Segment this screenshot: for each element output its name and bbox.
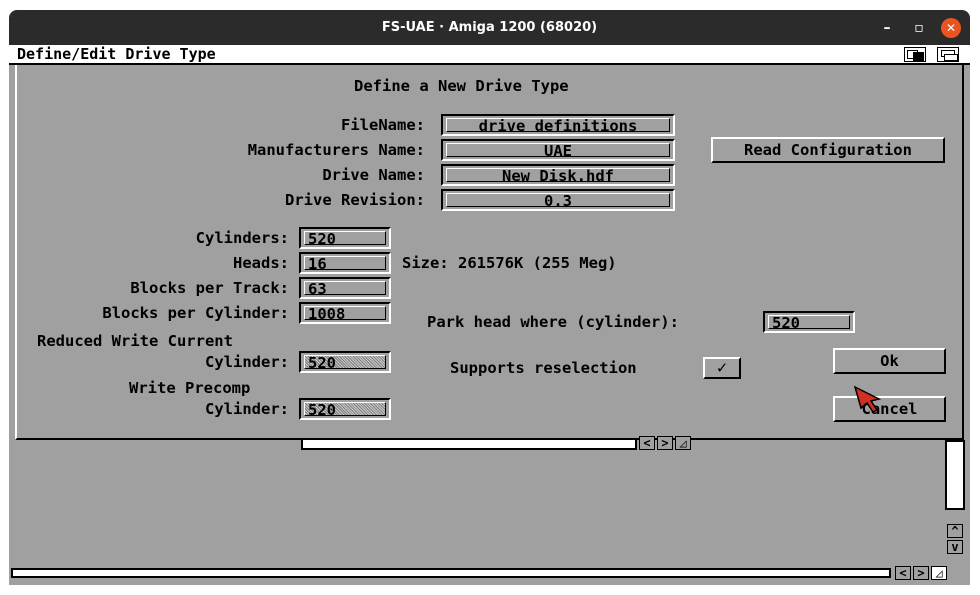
heads-field[interactable]: 16 (299, 252, 391, 274)
scroll-right-button[interactable]: > (913, 566, 929, 580)
inner-scroll-right-button[interactable]: > (657, 436, 673, 450)
filename-value: drive definitions (446, 118, 670, 132)
reduced-write-value: 520 (304, 355, 386, 369)
window-titlebar: FS-UAE · Amiga 1200 (68020) – ▫ ✕ (9, 10, 970, 45)
drive-name-value: New Disk.hdf (446, 168, 670, 182)
emulator-screen: Define/Edit Drive Type Define a New Driv… (9, 45, 970, 585)
write-precomp-cylinder-label: Cylinder: (205, 400, 289, 418)
horizontal-scroll-track[interactable] (11, 568, 891, 578)
heads-value: 16 (304, 256, 386, 270)
dialog-heading: Define a New Drive Type (354, 77, 569, 95)
ok-button[interactable]: Ok (833, 348, 946, 374)
resize-gadget-icon[interactable]: ◿ (931, 566, 947, 580)
park-head-value: 520 (768, 315, 850, 329)
scroll-left-button[interactable]: < (895, 566, 911, 580)
inner-resize-icon[interactable]: ◿ (675, 436, 691, 450)
drive-revision-value: 0.3 (446, 193, 670, 207)
write-precomp-field: 520 (299, 398, 391, 420)
reduced-write-field: 520 (299, 351, 391, 373)
supports-reselection-label: Supports reselection (450, 359, 637, 377)
blocks-per-track-field[interactable]: 63 (299, 277, 391, 299)
blocks-per-cylinder-value: 1008 (304, 306, 386, 320)
supports-reselection-checkbox[interactable]: ✓ (703, 357, 741, 379)
blocks-per-track-label: Blocks per Track: (130, 279, 289, 297)
minimize-button[interactable]: – (877, 18, 897, 38)
inner-scroll-left-button[interactable]: < (639, 436, 655, 450)
scroll-up-button[interactable]: ^ (947, 524, 963, 538)
write-precomp-value: 520 (304, 402, 386, 416)
heads-label: Heads: (233, 254, 289, 272)
amiga-window-title: Define/Edit Drive Type (17, 45, 216, 63)
vertical-scroll-track[interactable] (945, 440, 965, 510)
amiga-window-titlebar: Define/Edit Drive Type (9, 45, 970, 65)
scroll-down-button[interactable]: v (947, 540, 963, 554)
zoom-gadget-icon[interactable] (904, 47, 926, 62)
park-head-field[interactable]: 520 (763, 311, 855, 333)
cylinders-label: Cylinders: (195, 229, 289, 247)
drive-name-field[interactable]: New Disk.hdf (441, 164, 675, 186)
manufacturer-field[interactable]: UAE (441, 139, 675, 161)
background-window: < > ◿ ^ v < > ◿ (9, 436, 970, 585)
size-readout: Size: 261576K (255 Meg) (402, 254, 617, 272)
define-drive-type-dialog: Define a New Drive Type FileName: drive … (15, 65, 964, 440)
drive-name-label: Drive Name: (322, 166, 425, 184)
manufacturer-label: Manufacturers Name: (247, 141, 425, 159)
write-precomp-label: Write Precomp (129, 379, 251, 397)
park-head-label: Park head where (cylinder): (427, 313, 679, 331)
reduced-write-cylinder-label: Cylinder: (205, 353, 289, 371)
filename-label: FileName: (341, 116, 425, 134)
close-button[interactable]: ✕ (941, 18, 961, 38)
manufacturer-value: UAE (446, 143, 670, 157)
maximize-button[interactable]: ▫ (909, 18, 929, 38)
blocks-per-cylinder-label: Blocks per Cylinder: (102, 304, 289, 322)
blocks-per-cylinder-field[interactable]: 1008 (299, 302, 391, 324)
reduced-write-label: Reduced Write Current (37, 332, 233, 350)
depth-gadget-icon[interactable] (937, 47, 959, 62)
blocks-per-track-value: 63 (304, 281, 386, 295)
window-title: FS-UAE · Amiga 1200 (68020) (381, 20, 598, 35)
drive-revision-label: Drive Revision: (285, 191, 425, 209)
inner-hscroll-track[interactable] (301, 440, 637, 450)
cylinders-field[interactable]: 520 (299, 227, 391, 249)
filename-field[interactable]: drive definitions (441, 114, 675, 136)
read-configuration-button[interactable]: Read Configuration (711, 137, 945, 163)
cylinders-value: 520 (304, 231, 386, 245)
mouse-pointer-icon (853, 385, 882, 413)
drive-revision-field[interactable]: 0.3 (441, 189, 675, 211)
